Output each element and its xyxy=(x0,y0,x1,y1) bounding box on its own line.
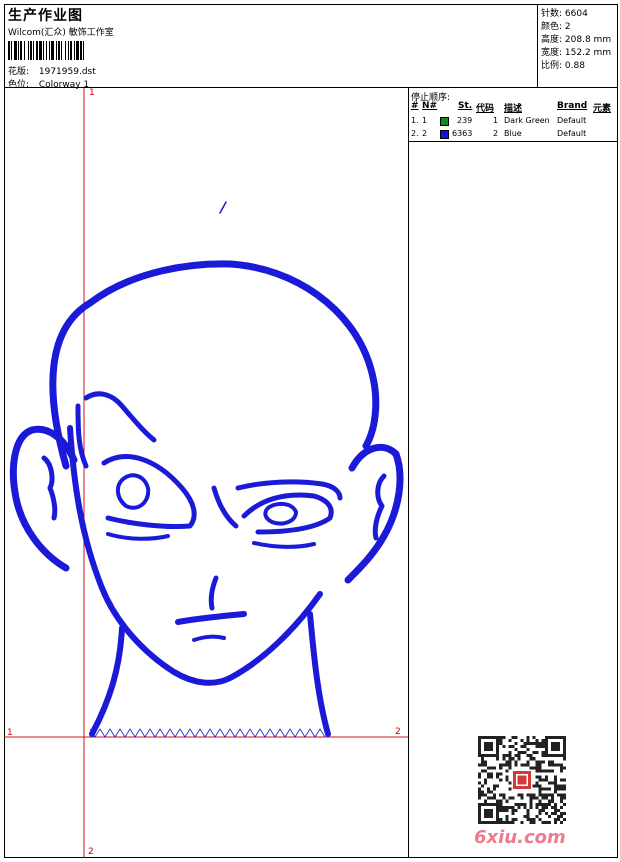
cell-num: 1 xyxy=(422,116,428,125)
cell-description: Dark Green xyxy=(504,116,550,125)
stat-height: 高度: 208.8 mm xyxy=(541,32,611,45)
mouth xyxy=(175,611,247,625)
table-row: 2. 2 6363 2 Blue Default xyxy=(409,128,619,141)
barcode xyxy=(8,41,144,60)
nose xyxy=(208,575,219,611)
neck-right xyxy=(307,611,331,737)
color-swatch xyxy=(440,130,449,139)
table-bottom-rule xyxy=(409,141,618,142)
col-num: N# xyxy=(422,101,438,111)
right-iris xyxy=(263,501,298,526)
stat-label: 颜色: xyxy=(541,22,563,32)
design-file-label: 花版: xyxy=(8,67,30,77)
axis-label-left: 1 xyxy=(7,728,13,738)
embroidery-preview xyxy=(4,88,408,858)
stat-value: 6604 xyxy=(564,9,588,19)
cell-stitches: 239 xyxy=(457,116,473,125)
neck-left xyxy=(89,625,125,737)
studio-name: Wilcom(汇众) 敏饰工作室 xyxy=(8,28,114,38)
cell-description: Blue xyxy=(504,129,522,138)
stat-width: 宽度: 152.2 mm xyxy=(541,45,611,58)
cell-num: 2 xyxy=(422,129,428,138)
col-stitches: St. xyxy=(458,101,473,111)
stat-value: 2 xyxy=(564,22,571,32)
sheet-title: 生产作业图 xyxy=(8,8,83,24)
watermark-logo: 6xiu.com xyxy=(474,827,566,848)
axis-label-top: 1 xyxy=(89,88,95,98)
cell-index: 2. xyxy=(411,129,419,138)
right-ear xyxy=(344,443,404,584)
stat-label: 宽度: xyxy=(541,48,563,58)
table-row: 1. 1 239 1 Dark Green Default xyxy=(409,115,619,128)
right-under-eye xyxy=(252,541,316,549)
col-element: 元素 xyxy=(593,104,612,114)
col-brand: Brand xyxy=(557,101,588,111)
left-under-eye xyxy=(106,532,170,541)
stats-panel: 针数: 6604 颜色: 2 高度: 208.8 mm 宽度: 152.2 mm… xyxy=(538,4,618,88)
cell-code: 1 xyxy=(493,116,499,125)
cell-code: 2 xyxy=(493,129,499,138)
head-outline xyxy=(49,260,380,470)
col-index: # xyxy=(411,101,419,111)
stat-label: 高度: xyxy=(541,35,563,45)
axis-label-right: 2 xyxy=(395,727,401,737)
stat-label: 比例: xyxy=(541,61,563,71)
header-panel: 生产作业图 Wilcom(汇众) 敏饰工作室 花版: 1971959.dst 色… xyxy=(4,4,538,90)
face-outline xyxy=(9,201,404,737)
color-swatch xyxy=(440,117,449,126)
right-ear-inner xyxy=(372,473,387,541)
stat-label: 针数: xyxy=(541,9,563,19)
barcode-bar xyxy=(84,41,86,60)
brow-crease xyxy=(211,485,239,529)
stat-scale: 比例: 0.88 xyxy=(541,58,585,71)
left-brow-line xyxy=(83,391,157,443)
stat-stitches: 针数: 6604 xyxy=(541,6,588,19)
face-outline-lower xyxy=(67,425,323,686)
qr-code xyxy=(478,736,566,824)
left-ear-inner xyxy=(41,455,58,521)
cell-index: 1. xyxy=(411,116,419,125)
stat-colors: 颜色: 2 xyxy=(541,19,571,32)
start-mark xyxy=(219,201,227,214)
left-temple xyxy=(75,403,89,469)
left-iris xyxy=(115,473,151,510)
cell-brand: Default xyxy=(557,116,587,125)
design-file-row: 花版: 1971959.dst xyxy=(8,64,96,77)
stat-value: 0.88 xyxy=(564,61,585,71)
right-eye xyxy=(241,492,334,535)
lower-lip xyxy=(192,634,226,642)
axis-label-bottom: 2 xyxy=(88,847,94,857)
design-canvas: 1 1 2 2 xyxy=(4,88,408,858)
col-code: 代码 xyxy=(476,104,495,114)
design-file-value: 1971959.dst xyxy=(38,67,96,77)
stat-value: 152.2 mm xyxy=(564,48,612,58)
col-description: 描述 xyxy=(504,104,523,114)
cell-brand: Default xyxy=(557,129,587,138)
collar-zigzag xyxy=(89,728,326,738)
stat-value: 208.8 mm xyxy=(564,35,612,45)
cell-stitches: 6363 xyxy=(452,129,473,138)
left-ear xyxy=(9,425,78,572)
